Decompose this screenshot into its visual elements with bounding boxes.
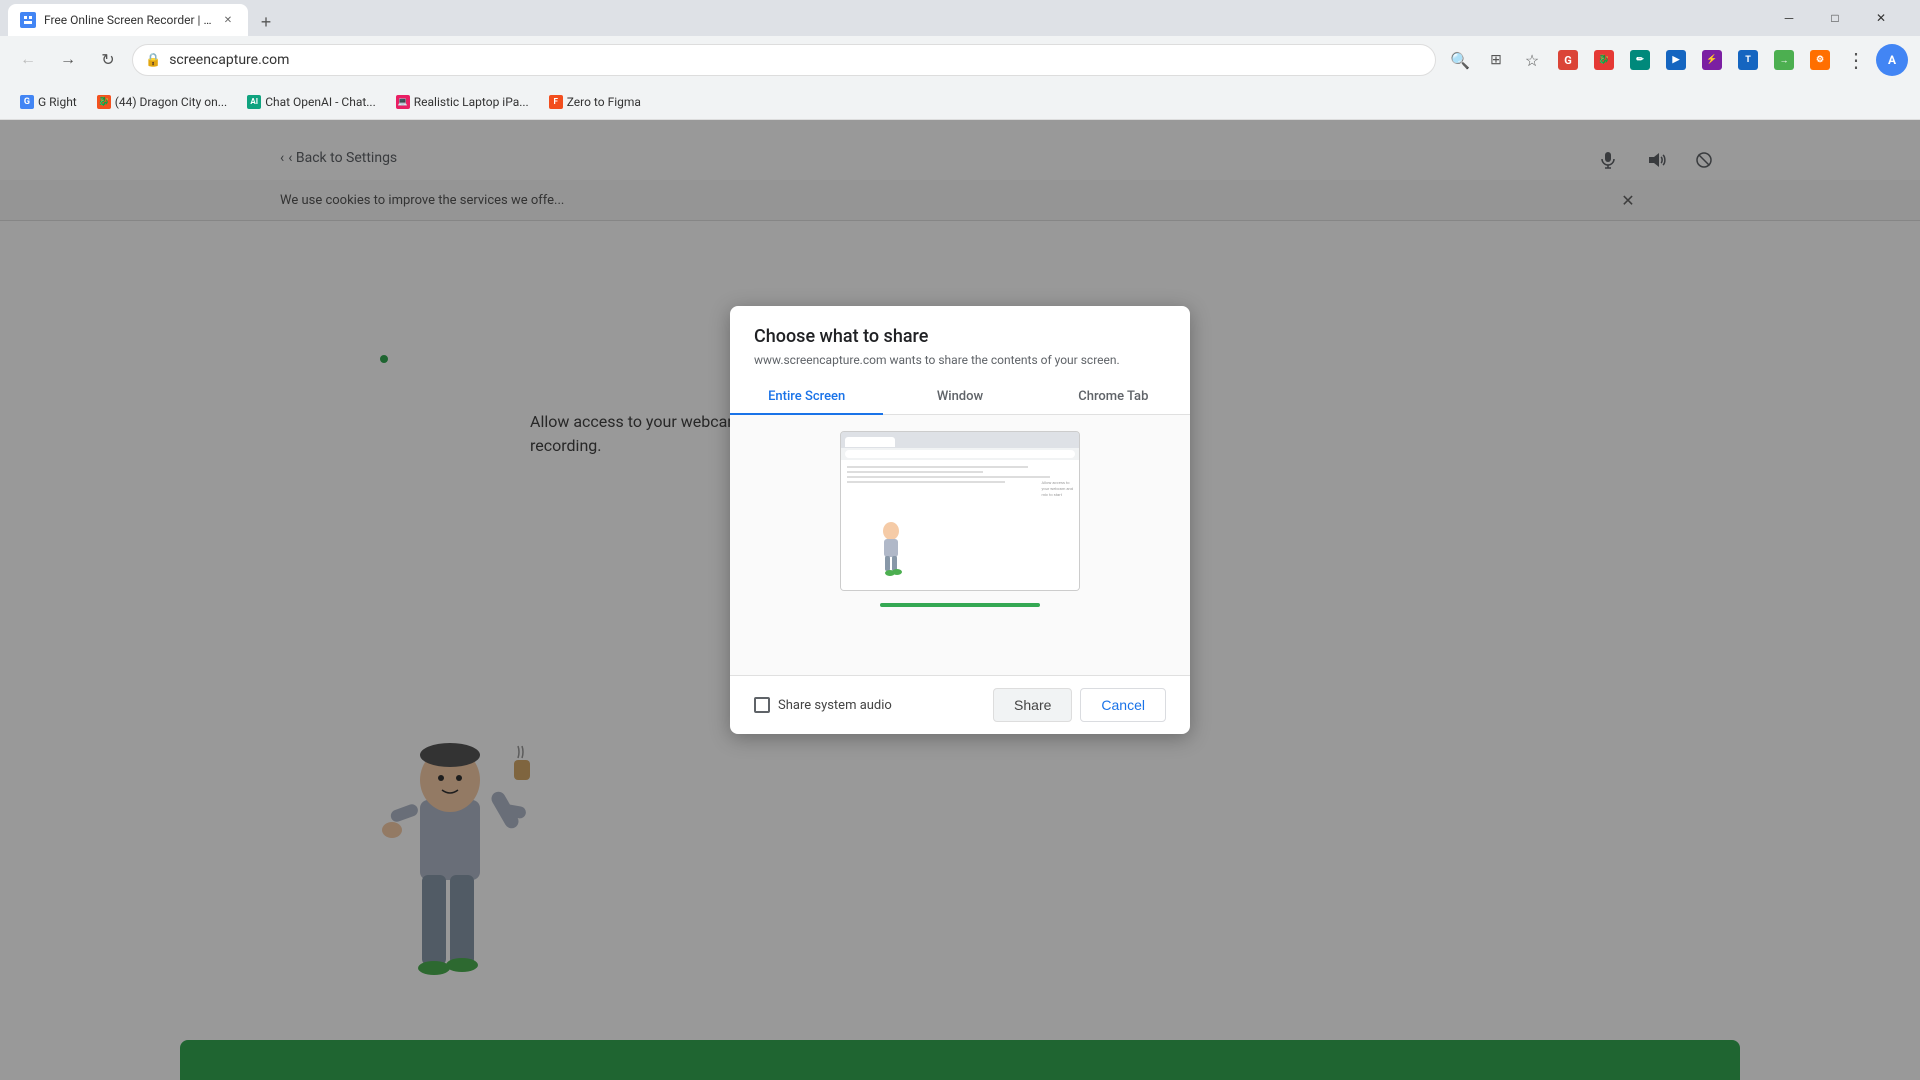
profile-icon[interactable]: A [1876, 44, 1908, 76]
new-tab-button[interactable]: + [252, 8, 280, 36]
modal-overlay: Choose what to share www.screencapture.c… [0, 120, 1920, 1080]
star-icon[interactable]: ☆ [1516, 44, 1548, 76]
tab-entire-screen-label: Entire Screen [768, 389, 845, 404]
page-background: ‹ ‹ Back to Settings We use cookies to i… [0, 120, 1920, 1080]
bookmark-dragon-city[interactable]: 🐉 (44) Dragon City on... [89, 90, 235, 114]
modal-tabs: Entire Screen Window Chrome Tab [730, 379, 1190, 415]
bookmark-chat-openai[interactable]: AI Chat OpenAI - Chat... [239, 90, 384, 114]
tabs-bar: Free Online Screen Recorder | O... ✕ + [8, 0, 1762, 36]
ext1-icon[interactable]: G [1552, 44, 1584, 76]
bookmark-favicon-figma: F [549, 95, 563, 109]
main-content: ‹ ‹ Back to Settings We use cookies to i… [0, 120, 1920, 1080]
search-icon[interactable]: 🔍 [1444, 44, 1476, 76]
ext2-icon[interactable]: 🐉 [1588, 44, 1620, 76]
minimize-button[interactable]: － [1766, 2, 1812, 34]
back-button[interactable]: ← [12, 44, 44, 76]
active-tab[interactable]: Free Online Screen Recorder | O... ✕ [8, 4, 248, 36]
modal-footer: Share system audio Share Cancel [730, 675, 1190, 734]
cancel-button[interactable]: Cancel [1080, 688, 1166, 722]
screen-selection-indicator [880, 603, 1040, 607]
bookmark-favicon-g-right: G [20, 95, 34, 109]
refresh-button[interactable]: ↻ [92, 44, 124, 76]
bookmark-label-dragon: (44) Dragon City on... [115, 95, 227, 109]
bookmark-g-right[interactable]: G G Right [12, 90, 85, 114]
screen-preview-area: Allow access toyour webcam andmic to sta… [730, 415, 1190, 675]
modal-subtitle: www.screencapture.com wants to share the… [754, 353, 1166, 367]
bookmark-favicon-laptop: 💻 [396, 95, 410, 109]
bookmark-favicon-dragon: 🐉 [97, 95, 111, 109]
nav-bar: ← → ↻ 🔒 screencapture.com 🔍 ⊞ ☆ G 🐉 ✏ ▶ [0, 36, 1920, 84]
window-controls: － □ ✕ [1766, 2, 1904, 34]
ext8-icon[interactable]: ⚙ [1804, 44, 1836, 76]
bookmark-figma[interactable]: F Zero to Figma [541, 90, 649, 114]
share-audio-checkbox[interactable] [754, 697, 770, 713]
chrome-menu-icon[interactable]: ⋮ [1840, 44, 1872, 76]
address-bar[interactable]: 🔒 screencapture.com [132, 44, 1436, 76]
bookmarks-bar: G G Right 🐉 (44) Dragon City on... AI Ch… [0, 84, 1920, 120]
tab-title: Free Online Screen Recorder | O... [44, 13, 212, 27]
ext6-icon[interactable]: T [1732, 44, 1764, 76]
tab-chrome-tab-label: Chrome Tab [1078, 389, 1148, 404]
ext3-icon[interactable]: ✏ [1624, 44, 1656, 76]
url-text: screencapture.com [169, 52, 1423, 68]
toolbar-icons: 🔍 ⊞ ☆ G 🐉 ✏ ▶ ⚡ T → [1444, 44, 1908, 76]
tab-favicon [20, 12, 36, 28]
browser-frame: Free Online Screen Recorder | O... ✕ + －… [0, 0, 1920, 1080]
tab-window-label: Window [937, 389, 983, 404]
share-audio-label: Share system audio [778, 698, 892, 713]
title-bar: Free Online Screen Recorder | O... ✕ + －… [0, 0, 1920, 36]
bookmark-label-laptop: Realistic Laptop iPa... [414, 95, 529, 109]
bookmark-label-figma: Zero to Figma [567, 95, 641, 109]
screen-preview-box: Allow access toyour webcam andmic to sta… [840, 431, 1080, 591]
tab-close-button[interactable]: ✕ [220, 12, 236, 28]
tab-entire-screen[interactable]: Entire Screen [730, 379, 883, 414]
ext7-icon[interactable]: → [1768, 44, 1800, 76]
close-button[interactable]: ✕ [1858, 2, 1904, 34]
lock-icon: 🔒 [145, 53, 161, 68]
ext5-icon[interactable]: ⚡ [1696, 44, 1728, 76]
bookmark-label-chat: Chat OpenAI - Chat... [265, 95, 376, 109]
tab-chrome-tab[interactable]: Chrome Tab [1037, 379, 1190, 414]
share-screen-modal: Choose what to share www.screencapture.c… [730, 306, 1190, 734]
maximize-button[interactable]: □ [1812, 2, 1858, 34]
extensions-icon[interactable]: ⊞ [1480, 44, 1512, 76]
share-button[interactable]: Share [993, 688, 1072, 722]
forward-button[interactable]: → [52, 44, 84, 76]
bookmark-label-g-right: G Right [38, 95, 77, 109]
bookmark-favicon-chat: AI [247, 95, 261, 109]
ext4-icon[interactable]: ▶ [1660, 44, 1692, 76]
share-audio-checkbox-wrap: Share system audio [754, 697, 985, 713]
modal-header: Choose what to share www.screencapture.c… [730, 306, 1190, 379]
bookmark-laptop[interactable]: 💻 Realistic Laptop iPa... [388, 90, 537, 114]
modal-title: Choose what to share [754, 326, 1166, 347]
tab-window[interactable]: Window [883, 379, 1036, 414]
